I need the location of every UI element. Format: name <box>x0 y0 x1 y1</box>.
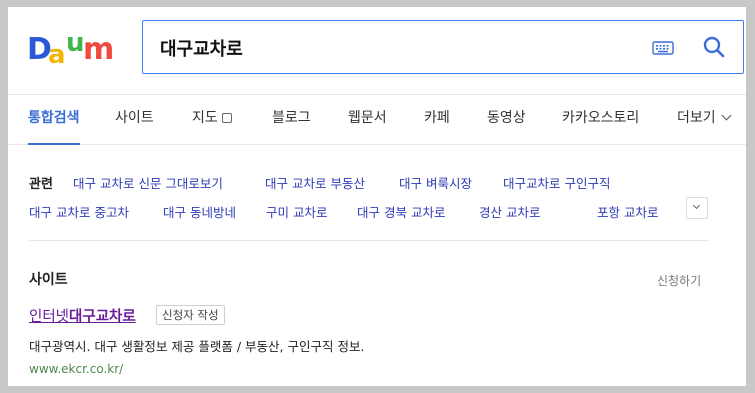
tab-web-docs[interactable]: 웹문서 <box>348 95 387 145</box>
search-icon[interactable] <box>701 34 727 60</box>
related-label: 관련 <box>29 177 53 192</box>
tab-more[interactable]: 더보기 <box>677 95 732 145</box>
daum-logo[interactable]: D a u m <box>27 29 122 69</box>
chevron-down-icon <box>721 110 732 121</box>
result-title-prefix: 인터넷 <box>29 309 70 325</box>
applicant-badge: 신청자 작성 <box>156 305 225 325</box>
page-frame: D a u m 통합검색 사이트 <box>8 7 746 386</box>
tab-video[interactable]: 동영상 <box>487 95 526 145</box>
keyboard-icon[interactable] <box>652 39 674 57</box>
tab-cafe[interactable]: 카페 <box>424 95 450 145</box>
apply-link[interactable]: 신청하기 <box>657 272 701 289</box>
chevron-down-icon <box>692 201 701 210</box>
related-link[interactable]: 포항 교차로 <box>597 202 658 221</box>
svg-text:a: a <box>48 40 66 69</box>
header: D a u m <box>8 7 746 95</box>
search-input[interactable] <box>160 34 640 62</box>
map-checkbox-icon <box>221 113 232 123</box>
site-section-title: 사이트 <box>29 272 68 288</box>
search-box <box>142 20 744 74</box>
result-title-highlight: 대구교차로 <box>69 309 136 325</box>
tab-kakaostory[interactable]: 카카오스토리 <box>562 95 639 145</box>
tab-map-label: 지도 <box>192 110 218 126</box>
result-url[interactable]: www.ekcr.co.kr/ <box>29 362 123 376</box>
related-link[interactable]: 대구 교차로 신문 그대로보기 <box>73 173 223 192</box>
tab-map[interactable]: 지도 <box>192 95 232 145</box>
related-link[interactable]: 대구 벼룩시장 <box>399 173 472 192</box>
related-link[interactable]: 대구 동네방네 <box>163 202 236 221</box>
related-link[interactable]: 대구교차로 구인구직 <box>503 173 610 192</box>
related-link[interactable]: 경산 교차로 <box>479 202 540 221</box>
svg-text:m: m <box>83 32 114 67</box>
tab-integrated-search[interactable]: 통합검색 <box>28 95 80 145</box>
svg-text:u: u <box>66 29 85 58</box>
related-link[interactable]: 대구 교차로 중고차 <box>29 202 129 221</box>
result-description: 대구광역시. 대구 생활정보 제공 플랫폼 / 부동산, 구인구직 정보. <box>29 339 365 354</box>
related-searches: 관련 대구 교차로 신문 그대로보기 대구 교차로 부동산 대구 벼룩시장 대구… <box>8 167 746 227</box>
result-title-link[interactable]: 인터넷대구교차로 <box>29 305 136 326</box>
tab-blog[interactable]: 블로그 <box>272 95 311 145</box>
tab-site[interactable]: 사이트 <box>115 95 154 145</box>
section-divider <box>29 240 709 241</box>
related-link[interactable]: 대구 교차로 부동산 <box>265 173 365 192</box>
related-expand-button[interactable] <box>686 197 708 219</box>
related-link[interactable]: 대구 경북 교차로 <box>357 202 445 221</box>
tab-more-label: 더보기 <box>677 110 716 126</box>
related-link[interactable]: 구미 교차로 <box>266 202 327 221</box>
tab-bar: 통합검색 사이트 지도 블로그 웹문서 카페 동영상 카카오스토리 더보기 <box>8 95 746 145</box>
